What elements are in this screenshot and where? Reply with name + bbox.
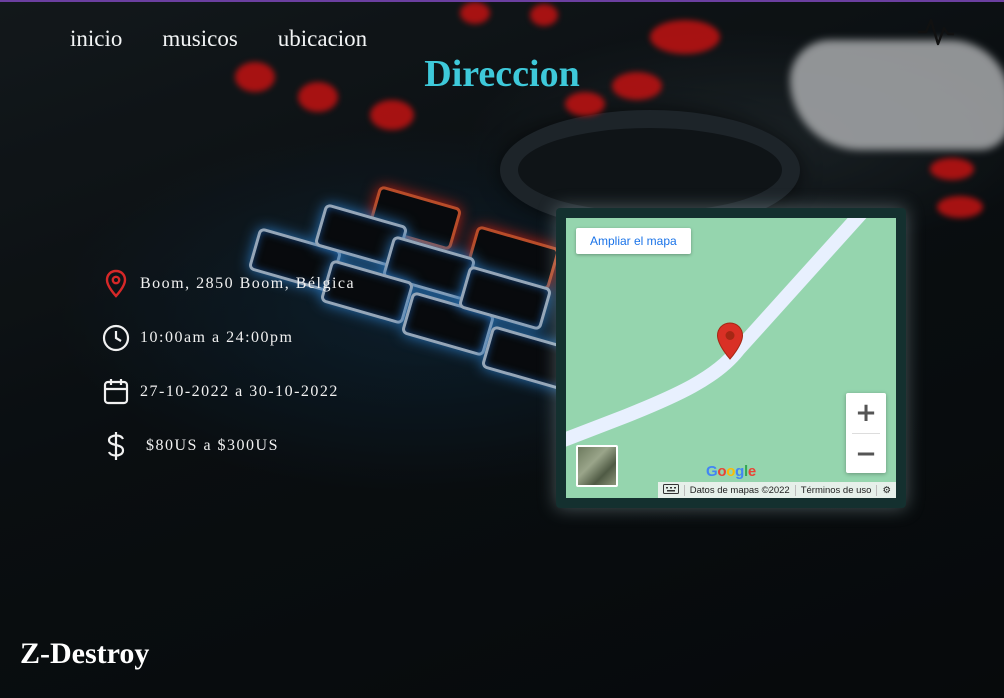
map-marker-icon[interactable] <box>716 322 744 360</box>
clock-icon <box>100 322 132 354</box>
zoom-in-button[interactable]: + <box>846 393 886 433</box>
price-row: $80US a $300US <box>100 419 355 473</box>
zoom-controls: + − <box>846 393 886 473</box>
dates-row: 27-10-2022 a 30-10-2022 <box>100 365 355 419</box>
price-text: $80US a $300US <box>146 437 280 454</box>
google-logo: Google <box>706 463 756 480</box>
location-pin-icon <box>100 268 132 300</box>
top-accent-line <box>0 0 1004 2</box>
calendar-icon <box>100 376 132 408</box>
satellite-view-toggle[interactable] <box>576 445 618 487</box>
page-title: Direccion <box>424 53 580 95</box>
report-error-icon[interactable]: ⚙ <box>876 484 896 496</box>
nav-musicos[interactable]: musicos <box>162 26 237 52</box>
activity-pulse-icon[interactable] <box>917 14 955 48</box>
map-data-link[interactable]: Datos de mapas ©2022 <box>683 484 795 496</box>
hours-text: 10:00am a 24:00pm <box>140 329 294 346</box>
nav-ubicacion[interactable]: ubicacion <box>278 26 367 52</box>
zoom-out-button[interactable]: − <box>846 434 886 474</box>
dates-text: 27-10-2022 a 30-10-2022 <box>140 383 339 400</box>
map-container: Ampliar el mapa + − Google Datos de mapa… <box>556 208 906 508</box>
keyboard-shortcuts-icon[interactable] <box>658 483 684 497</box>
enlarge-map-button[interactable]: Ampliar el mapa <box>576 228 691 254</box>
terms-link[interactable]: Términos de uso <box>794 484 877 496</box>
brand-name[interactable]: Z-Destroy <box>20 637 149 671</box>
nav-inicio[interactable]: inicio <box>70 26 122 52</box>
address-row: Boom, 2850 Boom, Bélgica <box>100 257 355 311</box>
map-attribution-bar: Datos de mapas ©2022 Términos de uso ⚙ <box>657 482 896 498</box>
event-info: Boom, 2850 Boom, Bélgica 10:00am a 24:00… <box>100 257 355 473</box>
embedded-map[interactable]: Ampliar el mapa + − Google Datos de mapa… <box>566 218 896 498</box>
dollar-icon <box>100 430 132 462</box>
main-nav: inicio musicos ubicacion <box>70 26 367 52</box>
address-text: Boom, 2850 Boom, Bélgica <box>140 275 356 292</box>
hours-row: 10:00am a 24:00pm <box>100 311 355 365</box>
